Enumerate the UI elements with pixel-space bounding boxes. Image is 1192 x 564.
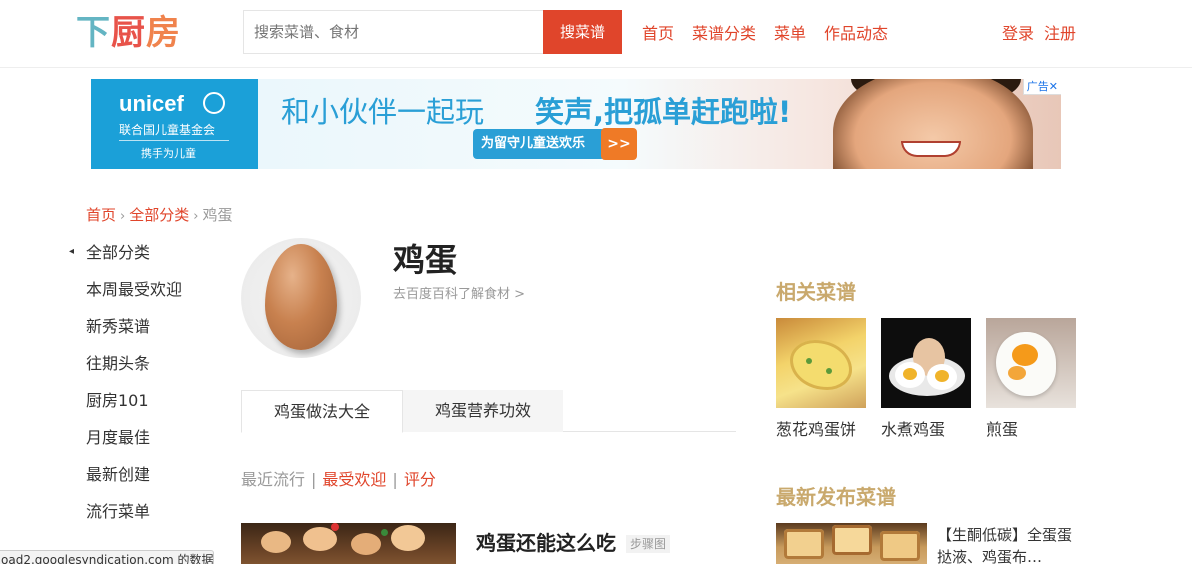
egg-image	[265, 244, 337, 350]
child-photo-smile	[901, 141, 961, 157]
ad-slogan-1: 和小伙伴一起玩	[281, 95, 485, 129]
search-button[interactable]: 搜菜谱	[543, 10, 622, 54]
sidebar-item-new-recipes[interactable]: 新秀菜谱	[86, 317, 182, 354]
sidebar-item-headlines[interactable]: 往期头条	[86, 354, 182, 391]
main-nav: 首页 菜谱分类 菜单 作品动态	[642, 24, 888, 44]
ad-slogan-2: 笑声,把孤单赶跑啦!	[535, 95, 792, 129]
search-input[interactable]	[243, 10, 543, 54]
sort-popular[interactable]: 最受欢迎	[322, 470, 386, 489]
related-recipes-heading: 相关菜谱	[776, 280, 856, 304]
sidebar-item-kitchen101[interactable]: 厨房101	[86, 391, 182, 428]
ad-cta-arrow-icon[interactable]: >>	[601, 128, 637, 160]
recipe-thumbnail[interactable]	[241, 523, 456, 564]
sidebar-item-monthly-best[interactable]: 月度最佳	[86, 428, 182, 465]
latest-recipes-heading: 最新发布菜谱	[776, 485, 896, 509]
breadcrumb-sep-icon: ›	[193, 209, 199, 224]
sort-bar: 最近流行 | 最受欢迎 | 评分	[241, 470, 436, 489]
sort-recent[interactable]: 最近流行	[241, 470, 305, 489]
register-link[interactable]: 注册	[1044, 24, 1076, 44]
ingredient-image	[241, 238, 361, 358]
nav-categories[interactable]: 菜谱分类	[692, 24, 756, 44]
sidebar-item-all[interactable]: 全部分类	[86, 243, 182, 280]
caret-left-icon: ◂	[69, 246, 75, 257]
breadcrumb: 首页 › 全部分类 › 鸡蛋	[86, 205, 232, 227]
recipe-title[interactable]: 鸡蛋还能这么吃	[476, 530, 616, 556]
ingredient-tabs: 鸡蛋做法大全 鸡蛋营养功效	[241, 390, 736, 433]
ad-cta[interactable]: 为留守儿童送欢乐	[473, 129, 605, 159]
unicef-logo: unicef 联合国儿童基金会 携手为儿童	[91, 79, 258, 169]
breadcrumb-sep-icon: ›	[120, 209, 126, 224]
related-title-1[interactable]: 葱花鸡蛋饼	[776, 420, 856, 440]
related-thumb-1[interactable]	[776, 318, 866, 408]
tab-recipes[interactable]: 鸡蛋做法大全	[241, 390, 403, 433]
ingredient-title: 鸡蛋	[393, 241, 458, 279]
breadcrumb-home[interactable]: 首页	[86, 206, 116, 224]
nav-works[interactable]: 作品动态	[824, 24, 888, 44]
tab-nutrition[interactable]: 鸡蛋营养功效	[403, 390, 563, 432]
baike-link[interactable]: 去百度百科了解食材 >	[393, 286, 525, 304]
sidebar-item-weekly-popular[interactable]: 本周最受欢迎	[86, 280, 182, 317]
step-photo-badge: 步骤图	[626, 535, 671, 553]
latest-recipe-title[interactable]: 【生酮低碳】全蛋蛋挞液、鸡蛋布…	[937, 524, 1077, 564]
latest-thumb[interactable]	[776, 523, 927, 564]
related-title-3[interactable]: 煎蛋	[986, 420, 1018, 440]
related-thumb-2[interactable]	[881, 318, 971, 408]
sort-rating[interactable]: 评分	[404, 470, 436, 489]
breadcrumb-category[interactable]: 全部分类	[129, 206, 189, 224]
breadcrumb-current: 鸡蛋	[202, 206, 233, 224]
ad-label[interactable]: 广告✕	[1022, 79, 1061, 95]
sidebar-item-popular-menus[interactable]: 流行菜单	[86, 502, 182, 539]
sidebar-item-latest[interactable]: 最新创建	[86, 465, 182, 502]
nav-menus[interactable]: 菜单	[774, 24, 806, 44]
ad-close-icon[interactable]: ✕	[1049, 80, 1058, 93]
site-logo[interactable]: 下厨房	[76, 14, 181, 52]
related-title-2[interactable]: 水煮鸡蛋	[881, 420, 945, 440]
login-link[interactable]: 登录	[1002, 24, 1034, 44]
nav-home[interactable]: 首页	[642, 24, 674, 44]
unicef-globe-icon	[203, 92, 225, 114]
auth-links: 登录 注册	[1002, 24, 1076, 44]
related-thumb-3[interactable]	[986, 318, 1076, 408]
category-sidebar: 全部分类 本周最受欢迎 新秀菜谱 往期头条 厨房101 月度最佳 最新创建 流行…	[86, 243, 182, 539]
ad-banner[interactable]: unicef 联合国儿童基金会 携手为儿童 和小伙伴一起玩 笑声,把孤单赶跑啦!…	[91, 79, 1061, 169]
site-header: 下厨房 搜菜谱 首页 菜谱分类 菜单 作品动态 登录 注册	[0, 0, 1192, 68]
browser-status-bar: oad2.googlesyndication.com 的数据…	[0, 550, 214, 564]
